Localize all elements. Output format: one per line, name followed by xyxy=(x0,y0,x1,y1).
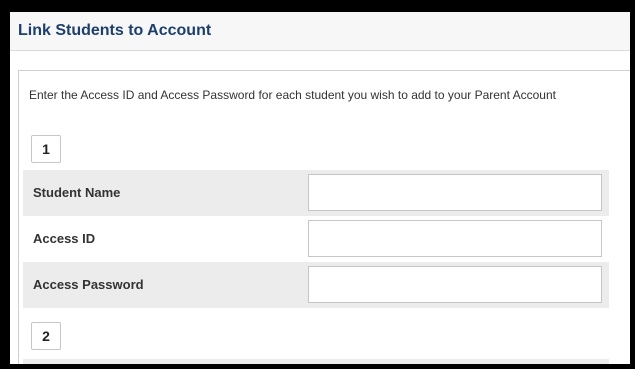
student-name-input[interactable] xyxy=(308,174,602,211)
student-name-label: Student Name xyxy=(33,185,121,200)
access-id-row: Access ID xyxy=(23,216,609,262)
panel-body: Enter the Access ID and Access Password … xyxy=(18,70,630,364)
panel-header: Link Students to Account xyxy=(10,12,630,51)
access-password-row: Access Password xyxy=(23,262,609,308)
screen: Link Students to Account Enter the Acces… xyxy=(10,12,630,364)
student-name-row: Student Name xyxy=(23,170,609,216)
instructions-text: Enter the Access ID and Access Password … xyxy=(29,88,556,102)
page-title: Link Students to Account xyxy=(18,22,212,39)
access-id-input[interactable] xyxy=(308,220,602,257)
student-number-badge: 2 xyxy=(31,322,61,350)
access-password-input[interactable] xyxy=(308,266,602,303)
access-id-label: Access ID xyxy=(33,231,96,246)
student-number-badge: 1 xyxy=(31,135,61,163)
access-password-label: Access Password xyxy=(33,277,144,292)
student-name-row xyxy=(23,359,609,364)
